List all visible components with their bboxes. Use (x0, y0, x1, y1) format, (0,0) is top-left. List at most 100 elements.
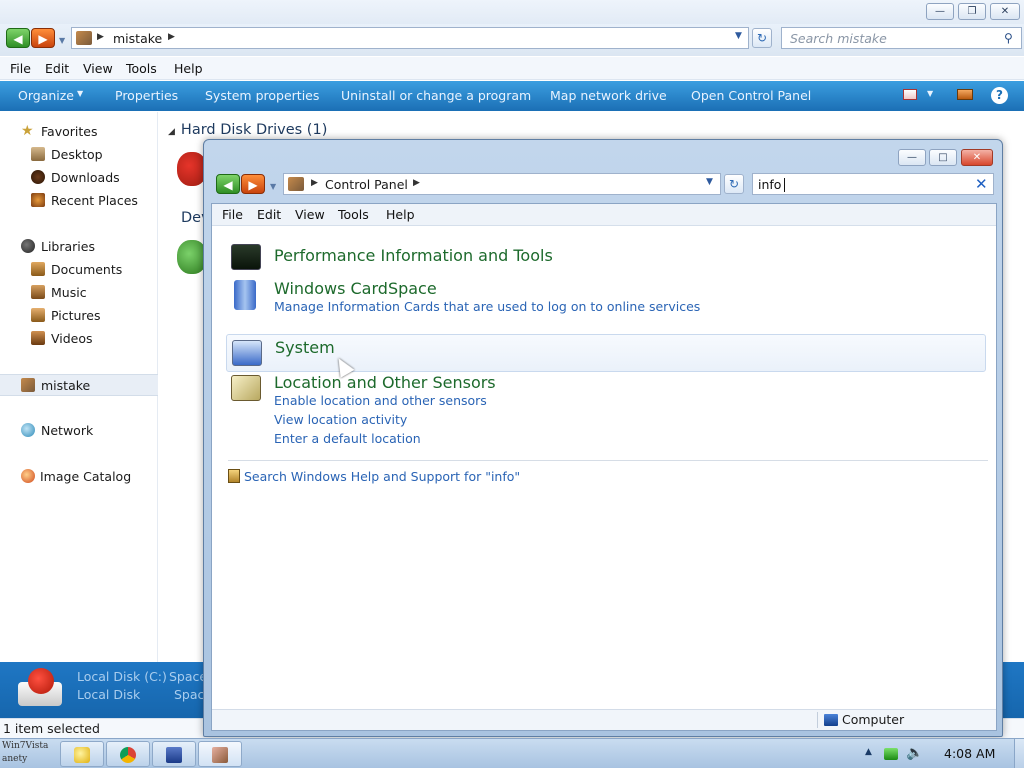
nav-label: Videos (51, 331, 93, 346)
menu-tools[interactable]: Tools (126, 61, 157, 76)
organize-dropdown-icon[interactable]: ▼ (77, 89, 83, 98)
properties-button[interactable]: Properties (115, 88, 178, 103)
back-button[interactable]: ◀ (216, 174, 240, 194)
organize-button[interactable]: Organize (18, 88, 74, 103)
menu-edit[interactable]: Edit (45, 61, 69, 76)
menu-file[interactable]: File (222, 207, 243, 222)
result-title[interactable]: System (275, 338, 335, 357)
nav-recent-places[interactable]: Recent Places (0, 190, 158, 212)
clock[interactable]: 4:08 AM (944, 746, 995, 761)
control-panel-window: — □ ✕ ◀ ▶ ▼ ▶ Control Panel ▶ ▼ ↻ info ✕… (203, 139, 1003, 737)
nav-label: Libraries (41, 239, 95, 254)
result-performance[interactable]: Performance Information and Tools (226, 241, 986, 273)
nav-pictures[interactable]: Pictures (0, 305, 158, 327)
breadcrumb-arrow-icon[interactable]: ▶ (413, 178, 420, 188)
nav-downloads[interactable]: Downloads (0, 167, 158, 189)
forward-button[interactable]: ▶ (31, 28, 55, 48)
view-dropdown-icon[interactable]: ▼ (927, 89, 933, 98)
breadcrumb-arrow-icon[interactable]: ▶ (168, 32, 175, 42)
result-title[interactable]: Location and Other Sensors (274, 373, 496, 392)
menu-edit[interactable]: Edit (257, 207, 281, 222)
search-icon[interactable]: ⚲ (1004, 31, 1013, 45)
menu-help[interactable]: Help (174, 61, 203, 76)
search-results: Performance Information and Tools Window… (212, 227, 996, 707)
restore-button[interactable]: ❐ (958, 3, 986, 20)
nav-desktop[interactable]: Desktop (0, 144, 158, 166)
nav-videos[interactable]: Videos (0, 328, 158, 350)
menu-view[interactable]: View (295, 207, 325, 222)
search-input[interactable]: Search mistake ⚲ (781, 27, 1022, 49)
pictures-icon (31, 308, 45, 322)
explorer-titlebar: — ❐ ✕ (0, 0, 1024, 24)
nav-image-catalog[interactable]: Image Catalog (0, 466, 158, 488)
help-search-link[interactable]: Search Windows Help and Support for "inf… (228, 469, 520, 484)
start-button[interactable]: Win7Vista anety (0, 739, 58, 768)
recent-pages-icon[interactable]: ▼ (270, 182, 276, 191)
result-cardspace[interactable]: Windows CardSpace Manage Information Car… (226, 277, 986, 317)
taskbar-chrome-button[interactable] (106, 741, 150, 767)
menu-file[interactable]: File (10, 61, 31, 76)
map-network-drive-button[interactable]: Map network drive (550, 88, 667, 103)
app-icon (166, 747, 182, 763)
result-title[interactable]: Windows CardSpace (274, 279, 437, 298)
back-button[interactable]: ◀ (6, 28, 30, 48)
nav-documents[interactable]: Documents (0, 259, 158, 281)
group-header-hdd[interactable]: ◢ Hard Disk Drives (1) (168, 122, 327, 138)
minimize-button[interactable]: — (898, 149, 926, 166)
maximize-button[interactable]: □ (929, 149, 957, 166)
breadcrumb[interactable]: mistake (113, 31, 162, 46)
nav-libraries[interactable]: Libraries (0, 236, 158, 258)
result-link[interactable]: Manage Information Cards that are used t… (274, 299, 700, 314)
menu-view[interactable]: View (83, 61, 113, 76)
nav-favorites[interactable]: ★ Favorites (0, 121, 158, 143)
uninstall-program-button[interactable]: Uninstall or change a program (341, 88, 531, 103)
breadcrumb-arrow-icon[interactable]: ▶ (311, 178, 318, 188)
recent-pages-icon[interactable]: ▼ (59, 36, 65, 45)
nav-network[interactable]: Network (0, 420, 158, 442)
taskbar-app-button[interactable] (152, 741, 196, 767)
result-link[interactable]: Enable location and other sensors (274, 393, 487, 408)
breadcrumb-arrow-icon[interactable]: ▶ (97, 32, 104, 42)
volume-icon[interactable]: 🔈 (906, 745, 923, 761)
result-link[interactable]: Enter a default location (274, 431, 421, 446)
address-bar[interactable]: ▶ mistake ▶ ▼ (71, 27, 749, 49)
help-icon[interactable]: ? (991, 87, 1008, 104)
taskbar-control-panel-button[interactable] (198, 741, 242, 767)
forward-button[interactable]: ▶ (241, 174, 265, 194)
result-link[interactable]: View location activity (274, 412, 407, 427)
result-sensors[interactable]: Location and Other Sensors Enable locati… (226, 373, 986, 453)
libraries-icon (21, 239, 35, 253)
nav-label: Recent Places (51, 193, 138, 208)
address-bar[interactable]: ▶ Control Panel ▶ ▼ (283, 173, 721, 195)
action-center-icon[interactable] (884, 748, 898, 760)
address-dropdown-icon[interactable]: ▼ (706, 177, 713, 187)
refresh-button[interactable]: ↻ (724, 174, 744, 194)
details-type: Local Disk (77, 687, 141, 702)
result-title[interactable]: Performance Information and Tools (274, 246, 553, 265)
preview-pane-icon[interactable] (957, 89, 973, 100)
breadcrumb[interactable]: Control Panel (325, 177, 408, 192)
minimize-button[interactable]: — (926, 3, 954, 20)
close-button[interactable]: ✕ (990, 3, 1020, 20)
computer-icon (824, 714, 838, 726)
computer-icon (76, 31, 92, 45)
show-desktop-button[interactable] (1014, 739, 1024, 768)
close-button[interactable]: ✕ (961, 149, 993, 166)
view-options-icon[interactable] (903, 89, 917, 100)
tray-expand-icon[interactable]: ▲ (865, 747, 872, 757)
system-properties-button[interactable]: System properties (205, 88, 319, 103)
menu-tools[interactable]: Tools (338, 207, 369, 222)
command-bar: Organize ▼ Properties System properties … (0, 81, 1024, 111)
system-icon (232, 340, 262, 366)
address-dropdown-icon[interactable]: ▼ (735, 31, 742, 41)
clear-search-icon[interactable]: ✕ (975, 175, 988, 193)
nav-computer[interactable]: mistake (0, 374, 158, 396)
refresh-button[interactable]: ↻ (752, 28, 772, 48)
nav-music[interactable]: Music (0, 282, 158, 304)
folder-icon (74, 747, 90, 763)
menu-help[interactable]: Help (386, 207, 415, 222)
open-control-panel-button[interactable]: Open Control Panel (691, 88, 811, 103)
taskbar-explorer-button[interactable] (60, 741, 104, 767)
status-text: 1 item selected (3, 721, 100, 736)
search-input[interactable]: info ✕ (752, 173, 994, 195)
